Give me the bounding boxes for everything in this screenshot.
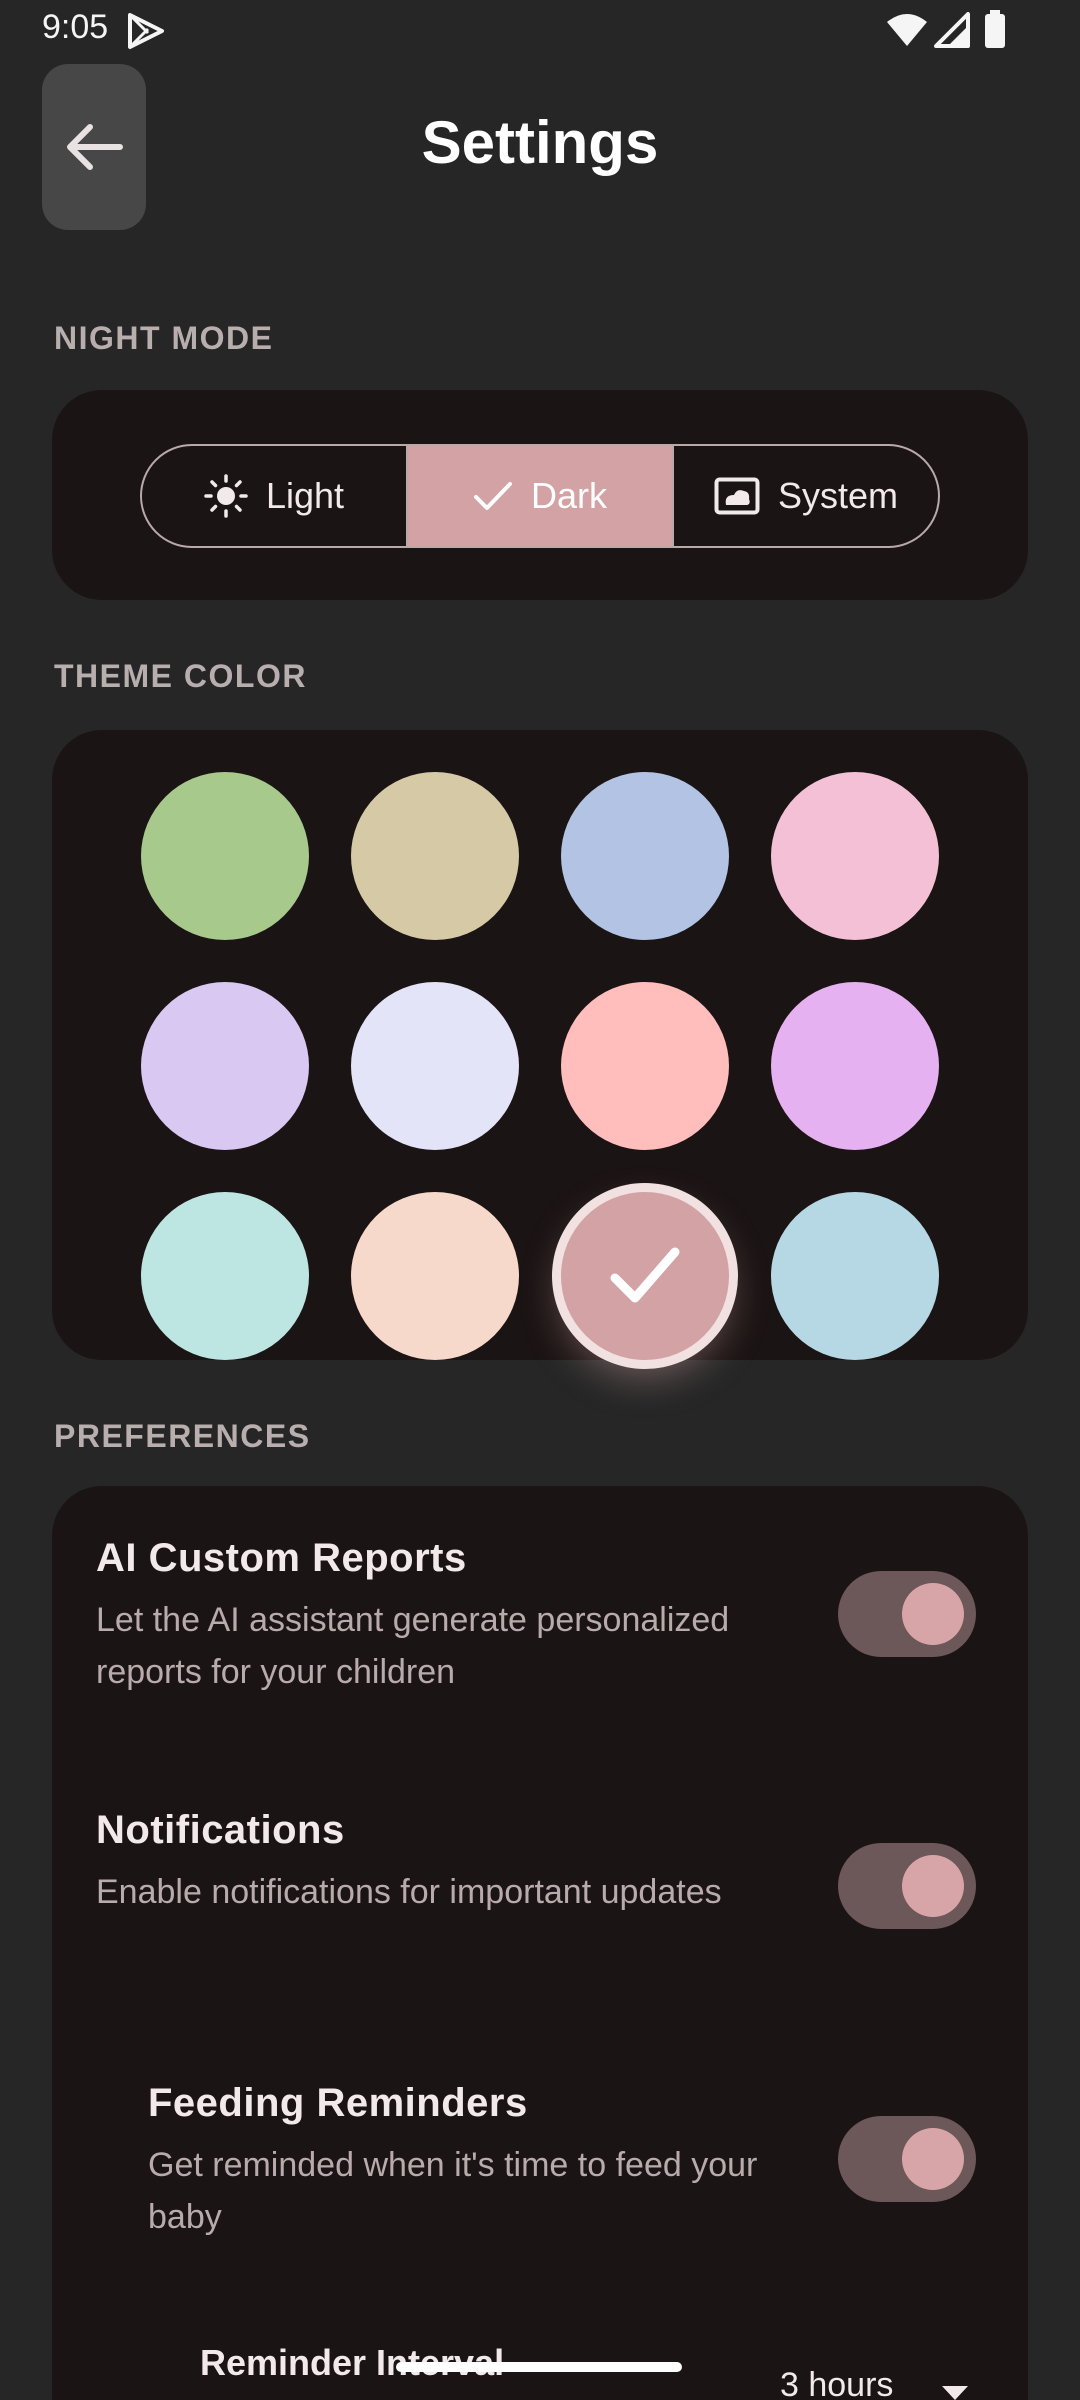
theme-color-swatch[interactable] [561, 982, 729, 1150]
status-time: 9:05 [42, 8, 109, 46]
check-icon [610, 1247, 680, 1303]
preferences-label: PREFERENCES [54, 1418, 311, 1454]
theme-color-label: THEME COLOR [54, 658, 307, 694]
status-bar: 9:05 [0, 0, 1080, 60]
signal-icon [934, 12, 970, 48]
theme-color-swatch[interactable] [351, 1192, 519, 1360]
theme-color-swatch[interactable] [351, 772, 519, 940]
theme-color-swatch[interactable] [561, 772, 729, 940]
play-store-icon [128, 13, 164, 49]
night-mode-selector: Light Dark System [140, 444, 940, 548]
feeding-reminders-toggle[interactable] [838, 2116, 976, 2202]
night-mode-dark-option[interactable]: Dark [406, 446, 672, 546]
feeding-reminders-description: Get reminded when it's time to feed your… [148, 2146, 758, 2236]
notifications-toggle[interactable] [838, 1843, 976, 1929]
check-icon [473, 482, 512, 510]
theme-color-swatch[interactable] [771, 982, 939, 1150]
home-indicator[interactable] [396, 2362, 682, 2372]
wifi-icon [887, 14, 927, 46]
theme-color-swatch[interactable] [771, 772, 939, 940]
night-mode-light-option[interactable]: Light [142, 446, 406, 546]
theme-color-swatch[interactable] [141, 982, 309, 1150]
night-mode-dark-label: Dark [530, 475, 607, 516]
theme-color-swatch[interactable] [771, 1192, 939, 1360]
notifications-description: Enable notifications for important updat… [96, 1873, 722, 1911]
reminder-interval-dropdown[interactable]: 3 hours [780, 2366, 980, 2400]
ai-reports-toggle[interactable] [838, 1571, 976, 1657]
night-mode-system-label: System [777, 475, 899, 516]
toggle-knob [902, 1583, 964, 1645]
feeding-reminders-title: Feeding Reminders [148, 2081, 528, 2125]
settings-screen: 9:05 Settings NIGHT MODE Light Dark Syst… [0, 0, 1080, 2400]
system-display-icon [714, 477, 760, 515]
toggle-knob [902, 1855, 964, 1917]
notifications-title: Notifications [96, 1808, 345, 1852]
night-mode-label: NIGHT MODE [54, 320, 274, 356]
theme-color-swatch[interactable] [141, 1192, 309, 1360]
ai-reports-description: Let the AI assistant generate personaliz… [96, 1601, 730, 1691]
theme-color-swatch[interactable] [351, 982, 519, 1150]
night-mode-light-label: Light [265, 475, 345, 516]
toggle-knob [902, 2128, 964, 2190]
sun-icon [204, 474, 248, 518]
theme-color-swatch[interactable] [561, 1192, 729, 1360]
page-title: Settings [421, 109, 659, 176]
battery-icon [985, 10, 1005, 48]
ai-reports-title: AI Custom Reports [96, 1536, 467, 1580]
reminder-interval-value: 3 hours [780, 2366, 894, 2400]
theme-color-swatch[interactable] [141, 772, 309, 940]
caret-down-icon [942, 2386, 968, 2400]
night-mode-system-option[interactable]: System [672, 446, 938, 546]
